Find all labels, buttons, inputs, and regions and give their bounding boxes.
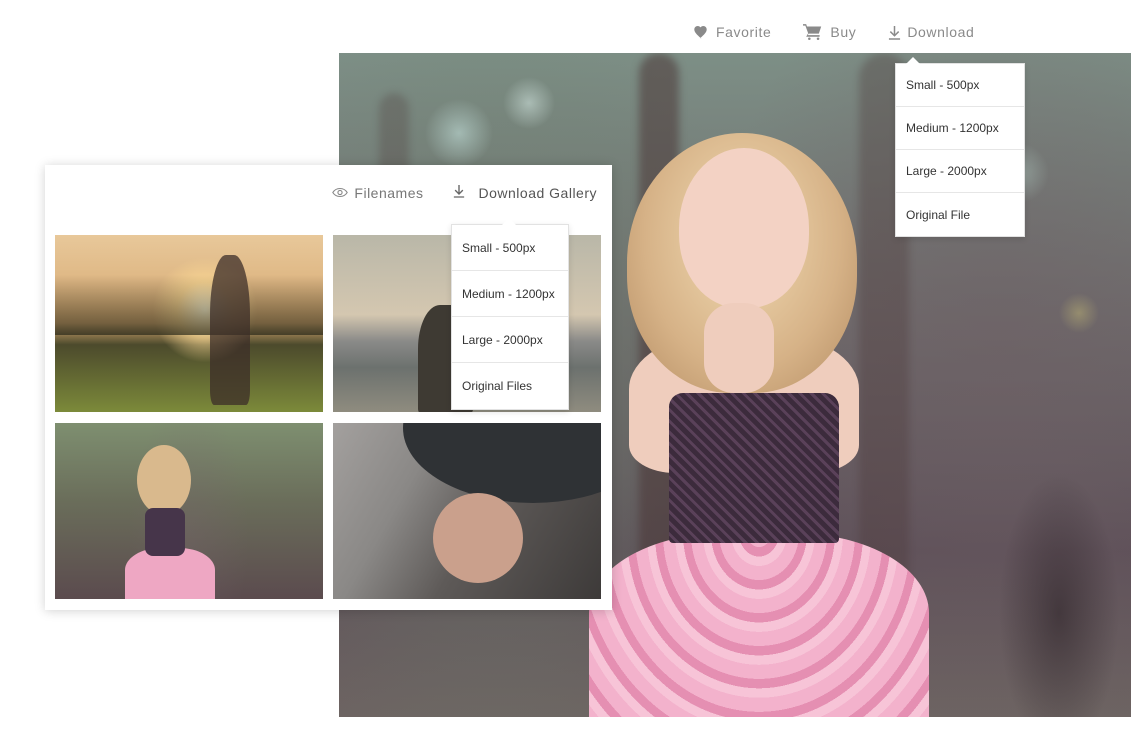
- filenames-label: Filenames: [354, 184, 424, 201]
- tree-line: [55, 275, 323, 335]
- menu-item-large[interactable]: Large - 2000px: [896, 150, 1024, 193]
- menu-item-small[interactable]: Small - 500px: [896, 64, 1024, 107]
- silhouette: [210, 255, 250, 405]
- download-label: Download: [907, 24, 975, 40]
- cart-icon: [803, 24, 822, 40]
- download-button[interactable]: Download: [888, 24, 974, 40]
- favorite-label: Favorite: [716, 24, 772, 40]
- face: [433, 493, 523, 583]
- buy-label: Buy: [830, 24, 857, 40]
- filenames-toggle[interactable]: Filenames: [332, 185, 423, 201]
- corset: [145, 508, 185, 556]
- heart-icon: [693, 25, 708, 39]
- gallery-thumbnail[interactable]: [55, 235, 323, 412]
- eye-icon: [332, 185, 349, 201]
- menu-item-label: Small - 500px: [906, 78, 980, 92]
- menu-item-label: Large - 2000px: [462, 332, 543, 347]
- menu-item-label: Original File: [906, 207, 971, 222]
- hair: [137, 445, 191, 515]
- menu-item-label: Small - 500px: [462, 240, 536, 255]
- menu-item-medium[interactable]: Medium - 1200px: [452, 271, 568, 317]
- download-icon: [453, 184, 465, 201]
- hands: [704, 303, 774, 393]
- gallery-download-size-menu: Small - 500px Medium - 1200px Large - 20…: [451, 218, 569, 410]
- face: [679, 148, 809, 308]
- gallery-thumbnail[interactable]: [333, 423, 601, 599]
- menu-item-label: Medium - 1200px: [462, 286, 555, 301]
- pink-skirt: [589, 533, 929, 717]
- download-gallery-button[interactable]: Download Gallery: [453, 184, 598, 201]
- menu-item-original[interactable]: Original Files: [452, 363, 568, 409]
- corset: [669, 393, 839, 543]
- menu-item-medium[interactable]: Medium - 1200px: [896, 107, 1024, 150]
- download-gallery-label: Download Gallery: [478, 184, 597, 201]
- favorite-button[interactable]: Favorite: [693, 24, 771, 40]
- menu-item-label: Original Files: [462, 379, 533, 393]
- gallery-toolbar: Filenames Download Gallery: [332, 184, 597, 201]
- gallery-thumbnail[interactable]: [55, 423, 323, 599]
- hat: [403, 423, 601, 503]
- menu-item-original[interactable]: Original File: [896, 193, 1024, 236]
- menu-item-large[interactable]: Large - 2000px: [452, 317, 568, 363]
- download-size-menu: Small - 500px Medium - 1200px Large - 20…: [895, 57, 1025, 237]
- download-icon: [888, 25, 901, 40]
- menu-item-small[interactable]: Small - 500px: [452, 225, 568, 271]
- menu-item-label: Large - 2000px: [906, 164, 987, 178]
- buy-button[interactable]: Buy: [803, 24, 856, 40]
- menu-item-label: Medium - 1200px: [906, 121, 999, 135]
- photo-toolbar: Favorite Buy Download: [693, 20, 974, 44]
